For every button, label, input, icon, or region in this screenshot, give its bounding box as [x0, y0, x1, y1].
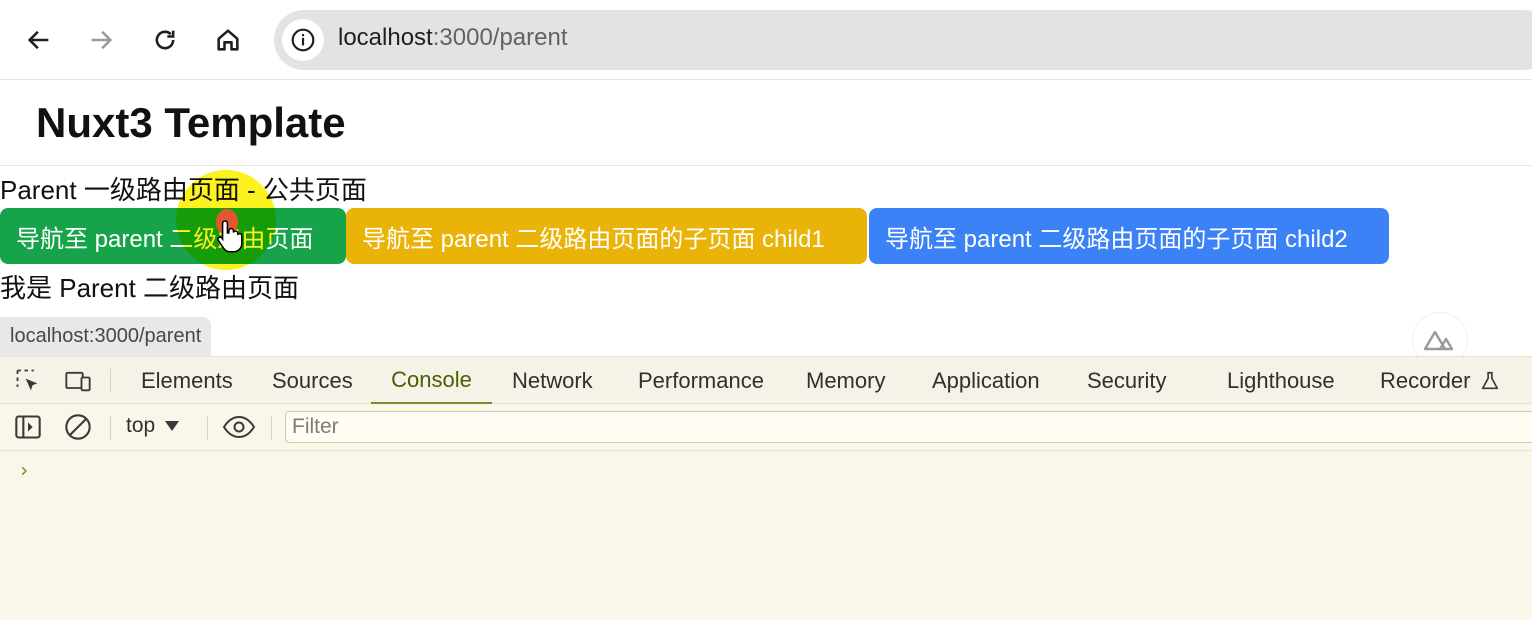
toolbar-divider	[110, 416, 111, 440]
toolbar-divider	[271, 416, 272, 440]
show-sidebar-icon[interactable]	[14, 413, 42, 441]
tab-console[interactable]: Console	[371, 357, 492, 404]
caret-down-icon	[165, 421, 180, 431]
page-title: Nuxt3 Template	[36, 99, 346, 146]
parent-level2-text: 我是 Parent 二级路由页面	[0, 273, 300, 303]
nav-child2-button[interactable]: 导航至 parent 二级路由页面的子页面 child2	[869, 208, 1389, 264]
link-status-url: localhost:3000/parent	[0, 317, 212, 356]
reload-button[interactable]	[145, 20, 185, 60]
url-path: :3000/parent	[432, 24, 568, 51]
devtools-panel: Elements Sources Console Network Perform…	[0, 356, 1532, 620]
nav-child1-button[interactable]: 导航至 parent 二级路由页面的子页面 child1	[346, 208, 867, 264]
context-label: top	[126, 414, 156, 437]
tab-elements[interactable]: Elements	[141, 357, 233, 404]
tab-network[interactable]: Network	[512, 357, 593, 404]
reload-icon	[155, 30, 175, 50]
home-button[interactable]	[208, 20, 248, 60]
arrow-right-icon	[91, 30, 113, 50]
console-prompt[interactable]: ›	[18, 458, 30, 482]
console-toolbar: top	[0, 404, 1532, 451]
devtools-tab-bar: Elements Sources Console Network Perform…	[0, 356, 1532, 404]
tab-security[interactable]: Security	[1087, 357, 1166, 404]
arrow-left-icon	[27, 30, 49, 50]
live-expression-icon[interactable]	[222, 413, 256, 441]
address-bar[interactable]: localhost:3000/parent	[274, 10, 1532, 70]
inspect-element-icon[interactable]	[14, 367, 42, 395]
hand-cursor-icon	[217, 220, 243, 253]
forward-button[interactable]	[81, 20, 121, 60]
browser-toolbar: localhost:3000/parent	[0, 0, 1532, 80]
device-toolbar-icon[interactable]	[64, 367, 92, 395]
nuxt-logo-icon	[1423, 330, 1454, 351]
url-host: localhost	[338, 24, 433, 51]
tab-lighthouse[interactable]: Lighthouse	[1227, 357, 1335, 404]
tab-memory[interactable]: Memory	[806, 357, 885, 404]
tab-application[interactable]: Application	[932, 357, 1040, 404]
console-filter-input[interactable]	[285, 411, 1532, 443]
toolbar-divider	[110, 369, 111, 393]
toolbar-divider	[207, 416, 208, 440]
site-info-icon[interactable]	[282, 19, 324, 61]
context-selector[interactable]: top	[126, 414, 180, 438]
url-text[interactable]: localhost:3000/parent	[338, 24, 568, 52]
tab-recorder[interactable]: Recorder	[1380, 357, 1470, 404]
tab-performance[interactable]: Performance	[638, 357, 764, 404]
flask-icon	[1476, 367, 1504, 395]
clear-console-icon[interactable]	[64, 413, 92, 441]
tab-sources[interactable]: Sources	[272, 357, 353, 404]
browser-window: localhost:3000/parent Nuxt3 Template Par…	[0, 0, 1532, 620]
back-button[interactable]	[19, 20, 59, 60]
home-icon	[217, 29, 239, 51]
nav-parent-button[interactable]: 导航至 parent 二级路由页面	[0, 208, 346, 264]
page-header: Nuxt3 Template	[0, 81, 1532, 166]
